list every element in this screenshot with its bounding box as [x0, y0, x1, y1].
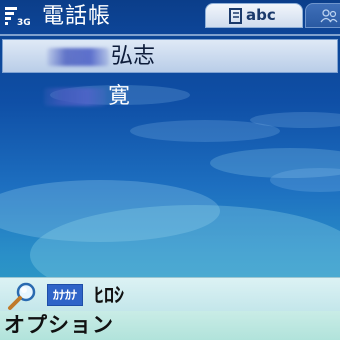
title-bar: 3G 電話帳 abc — [0, 0, 340, 34]
input-mode-badge: ｶﾅｶﾅ — [47, 284, 83, 306]
search-bar[interactable]: ｶﾅｶﾅ ﾋﾛｼ — [0, 277, 340, 312]
options-softkey[interactable]: オプション — [4, 311, 114, 339]
search-input[interactable]: ﾋﾛｼ — [94, 280, 124, 310]
contacts-group-icon — [320, 9, 338, 23]
tab-contacts-abc[interactable]: abc — [205, 3, 303, 28]
search-icon — [8, 282, 36, 310]
blurred-surname — [44, 88, 106, 106]
tab-contact-groups[interactable] — [305, 3, 340, 28]
softkey-bar: オプション — [0, 311, 340, 340]
contact-name: 弘志 — [111, 44, 156, 69]
background-wave — [270, 168, 340, 192]
network-type-label: 3G — [17, 18, 31, 28]
page-title: 電話帳 — [42, 4, 112, 29]
contact-name: 寛 — [108, 84, 131, 109]
title-separator — [0, 34, 340, 36]
blurred-surname — [47, 48, 109, 66]
contact-list-item[interactable]: 寛 — [0, 80, 340, 114]
contact-book-icon — [229, 8, 242, 24]
contact-list-item[interactable]: 弘志 — [2, 39, 338, 73]
phonebook-screen: 3G 電話帳 abc 弘志 寛 ｶﾅｶﾅ ﾋﾛｼ オプション — [0, 0, 340, 340]
tab-label: abc — [246, 6, 276, 24]
